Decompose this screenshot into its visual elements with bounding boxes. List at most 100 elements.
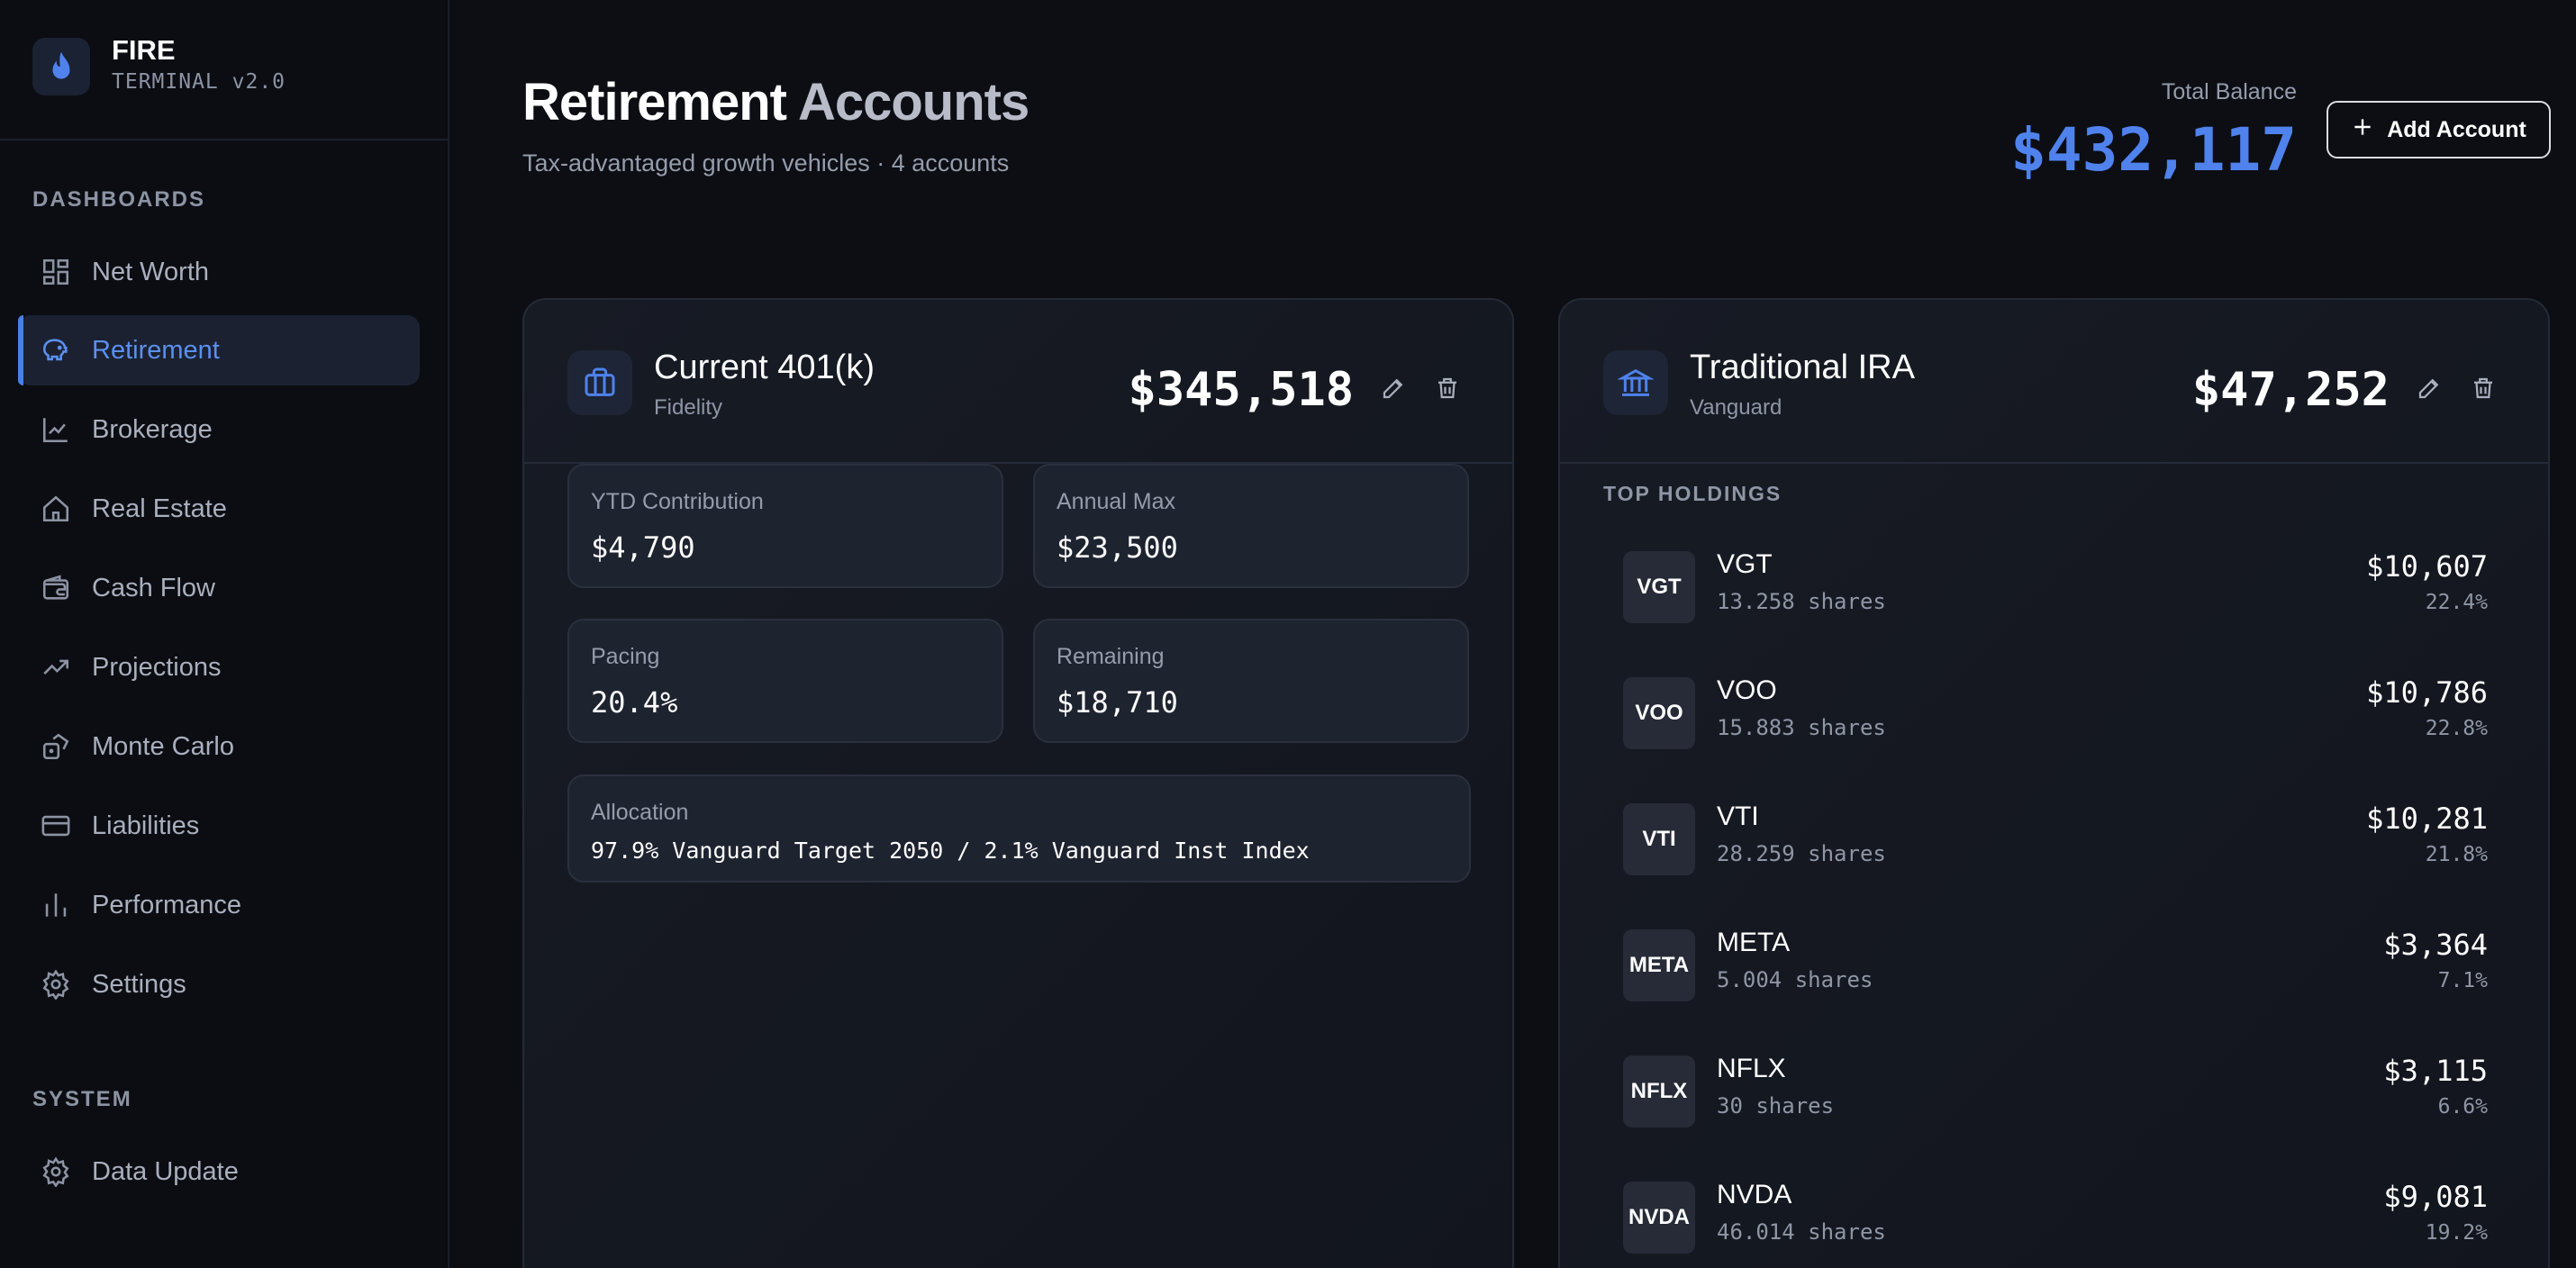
holding-row[interactable]: NVDA NVDA 46.014 shares $9,081 19.2% <box>1623 1176 2488 1257</box>
sidebar-item-label: Data Update <box>92 1156 239 1186</box>
add-account-label: Add Account <box>2387 116 2526 142</box>
ticker-badge: NFLX <box>1623 1055 1695 1128</box>
grid-icon <box>40 256 72 288</box>
sidebar-item-projections[interactable]: Projections <box>18 632 420 702</box>
sidebar-item-label: Cash Flow <box>92 573 215 602</box>
holding-row[interactable]: VTI VTI 28.259 shares $10,281 21.8% <box>1623 798 2488 879</box>
dashboards-section-label: DASHBOARDS <box>32 187 206 212</box>
holding-row[interactable]: VGT VGT 13.258 shares $10,607 22.4% <box>1623 546 2488 627</box>
page-subtitle: Tax-advantaged growth vehicles · 4 accou… <box>522 149 1010 177</box>
sidebar-item-label: Monte Carlo <box>92 731 234 761</box>
bank-icon <box>1603 350 1668 415</box>
trending-up-icon <box>40 651 72 684</box>
stat-ytd-contribution: YTD Contribution $4,790 <box>567 464 1003 588</box>
account-card-401k: Current 401(k) Fidelity $345,518 YTD Con… <box>522 298 1514 1268</box>
holding-value: $3,115 <box>2383 1054 2488 1088</box>
holding-value: $9,081 <box>2383 1180 2488 1214</box>
system-section-label: SYSTEM <box>32 1087 132 1111</box>
stat-label: YTD Contribution <box>591 489 764 514</box>
holding-row[interactable]: NFLX NFLX 30 shares $3,115 6.6% <box>1623 1050 2488 1131</box>
sidebar-item-label: Projections <box>92 652 222 682</box>
trash-icon[interactable] <box>1429 370 1465 406</box>
sidebar-item-retirement[interactable]: Retirement <box>18 315 420 385</box>
brand-header: FIRE TERMINAL v2.0 <box>0 0 448 140</box>
holding-row[interactable]: META META 5.004 shares $3,364 7.1% <box>1623 924 2488 1005</box>
sidebar-item-data-update[interactable]: Data Update <box>18 1137 420 1207</box>
edit-icon[interactable] <box>1375 370 1411 406</box>
holding-value: $3,364 <box>2383 928 2488 962</box>
page-title-primary: Retirement <box>522 73 787 131</box>
holding-shares: 30 shares <box>1717 1093 1835 1119</box>
allocation-value: 97.9% Vanguard Target 2050 / 2.1% Vangua… <box>591 838 1310 864</box>
plus-icon <box>2351 115 2374 145</box>
sidebar-item-monte-carlo[interactable]: Monte Carlo <box>18 711 420 782</box>
sidebar-item-settings[interactable]: Settings <box>18 949 420 1019</box>
holding-symbol: NFLX <box>1717 1054 1786 1083</box>
sidebar-item-net-worth[interactable]: Net Worth <box>18 237 420 307</box>
account-card-traditional-ira: Traditional IRA Vanguard $47,252 TOP HOL… <box>1558 298 2550 1268</box>
sidebar-item-label: Retirement <box>92 335 220 365</box>
stat-pacing: Pacing 20.4% <box>567 619 1003 743</box>
stat-value: $4,790 <box>591 530 695 565</box>
stat-value: $18,710 <box>1057 685 1178 720</box>
dice-icon <box>40 730 72 763</box>
home-icon <box>40 493 72 525</box>
holding-symbol: VGT <box>1717 549 1773 579</box>
stat-label: Remaining <box>1057 644 1165 669</box>
holding-symbol: NVDA <box>1717 1180 1792 1209</box>
sidebar-item-label: Real Estate <box>92 494 227 523</box>
ticker-badge: NVDA <box>1623 1182 1695 1254</box>
add-account-button[interactable]: Add Account <box>2327 101 2551 158</box>
card-header: Traditional IRA Vanguard $47,252 <box>1560 300 2548 464</box>
sidebar-item-label: Net Worth <box>92 257 210 286</box>
holding-percent: 22.4% <box>2425 591 2488 614</box>
sidebar-item-liabilities[interactable]: Liabilities <box>18 791 420 861</box>
ticker-badge: META <box>1623 929 1695 1001</box>
account-institution: Vanguard <box>1690 395 1782 420</box>
holding-shares: 28.259 shares <box>1717 841 1886 866</box>
sidebar-item-real-estate[interactable]: Real Estate <box>18 474 420 544</box>
stat-remaining: Remaining $18,710 <box>1033 619 1469 743</box>
holding-percent: 22.8% <box>2425 717 2488 740</box>
holding-symbol: META <box>1717 928 1791 957</box>
line-chart-icon <box>40 413 72 446</box>
account-institution: Fidelity <box>654 395 723 420</box>
edit-icon[interactable] <box>2411 370 2447 406</box>
gear-icon <box>40 968 72 1001</box>
account-name: Current 401(k) <box>654 349 875 386</box>
stat-value: 20.4% <box>591 685 678 720</box>
gear-icon <box>40 1155 72 1188</box>
holding-shares: 5.004 shares <box>1717 967 1873 992</box>
stat-value: $23,500 <box>1057 530 1178 565</box>
holding-percent: 6.6% <box>2437 1095 2488 1119</box>
ticker-badge: VOO <box>1623 677 1695 749</box>
stat-label: Annual Max <box>1057 489 1176 514</box>
page-title-secondary: Accounts <box>797 73 1029 131</box>
holding-percent: 21.8% <box>2425 843 2488 866</box>
card-header: Current 401(k) Fidelity $345,518 <box>524 300 1512 464</box>
top-holdings-label: TOP HOLDINGS <box>1603 482 1782 505</box>
holding-percent: 7.1% <box>2437 969 2488 992</box>
holding-shares: 13.258 shares <box>1717 589 1886 614</box>
credit-card-icon <box>40 810 72 842</box>
wallet-icon <box>40 572 72 604</box>
sidebar-item-cash-flow[interactable]: Cash Flow <box>18 553 420 623</box>
holding-percent: 19.2% <box>2425 1221 2488 1245</box>
total-balance-label: Total Balance <box>2161 79 2297 104</box>
stat-annual-max: Annual Max $23,500 <box>1033 464 1469 588</box>
page-title: Retirement Accounts <box>522 72 1029 132</box>
brand-name: FIRE <box>112 34 176 66</box>
trash-icon[interactable] <box>2465 370 2501 406</box>
stat-label: Pacing <box>591 644 660 669</box>
sidebar-item-performance[interactable]: Performance <box>18 870 420 940</box>
sidebar-item-label: Liabilities <box>92 811 200 840</box>
brand-subtitle: TERMINAL v2.0 <box>112 70 286 94</box>
ticker-badge: VTI <box>1623 803 1695 875</box>
holding-row[interactable]: VOO VOO 15.883 shares $10,786 22.8% <box>1623 672 2488 753</box>
sidebar-item-brokerage[interactable]: Brokerage <box>18 394 420 465</box>
holding-value: $10,281 <box>2366 802 2488 836</box>
allocation-box: Allocation 97.9% Vanguard Target 2050 / … <box>567 774 1471 883</box>
sidebar-item-label: Settings <box>92 969 186 999</box>
account-balance: $345,518 <box>1128 363 1354 417</box>
piggy-bank-icon <box>40 334 72 367</box>
